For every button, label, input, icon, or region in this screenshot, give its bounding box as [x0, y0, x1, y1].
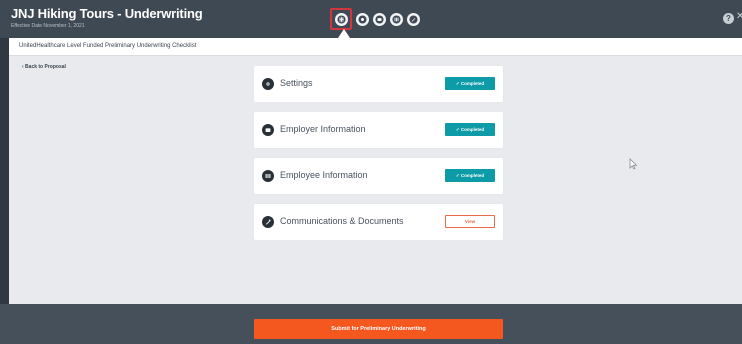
card-communications-documents: Communications & Documents View: [254, 204, 503, 240]
employer-icon: [375, 14, 384, 24]
card-label: Communications & Documents: [280, 216, 404, 226]
step-employee[interactable]: [390, 12, 403, 26]
documents-icon: [409, 14, 418, 24]
card-label: Employee Information: [280, 170, 368, 180]
employee-completed-button[interactable]: ✓ Completed: [445, 169, 495, 182]
submit-preliminary-underwriting-button[interactable]: Submit for Preliminary Underwriting: [254, 319, 503, 339]
step-settings[interactable]: [356, 12, 369, 26]
settings-icon: [358, 14, 367, 24]
checklist-icon: [336, 14, 346, 24]
step-checklist[interactable]: [330, 8, 352, 30]
card-employee-information: Employee Information ✓ Completed: [254, 158, 503, 194]
settings-completed-button[interactable]: ✓ Completed: [445, 77, 495, 90]
documents-view-button[interactable]: View: [445, 215, 495, 228]
footer-bar: Submit for Preliminary Underwriting: [0, 304, 742, 344]
step-employer[interactable]: [373, 12, 386, 26]
left-rail: [0, 38, 9, 304]
card-employer-information: Employer Information ✓ Completed: [254, 112, 503, 148]
card-settings: Settings ✓ Completed: [254, 66, 503, 102]
employee-icon: [262, 170, 274, 182]
settings-icon: [262, 78, 274, 90]
checklist-title: UnitedHealthcare Level Funded Preliminar…: [19, 43, 197, 49]
page-title: JNJ Hiking Tours - Underwriting: [11, 6, 203, 21]
documents-icon: [262, 216, 274, 228]
close-icon[interactable]: ✕: [736, 11, 742, 22]
checklist-header: UnitedHealthcare Level Funded Preliminar…: [9, 38, 742, 56]
app-header: JNJ Hiking Tours - Underwriting Effectiv…: [0, 0, 742, 38]
card-label: Employer Information: [280, 124, 366, 134]
step-documents[interactable]: [407, 12, 420, 26]
effective-date: Effective Date November 1, 2021: [11, 23, 85, 29]
card-label: Settings: [280, 78, 313, 88]
employer-icon: [262, 124, 274, 136]
employer-completed-button[interactable]: ✓ Completed: [445, 123, 495, 136]
help-icon[interactable]: ?: [723, 13, 734, 24]
mouse-cursor-icon: [629, 158, 638, 170]
back-to-proposal-link[interactable]: ‹ Back to Proposal: [22, 64, 66, 70]
employee-icon: [392, 14, 401, 24]
current-step-indicator: [338, 29, 350, 38]
